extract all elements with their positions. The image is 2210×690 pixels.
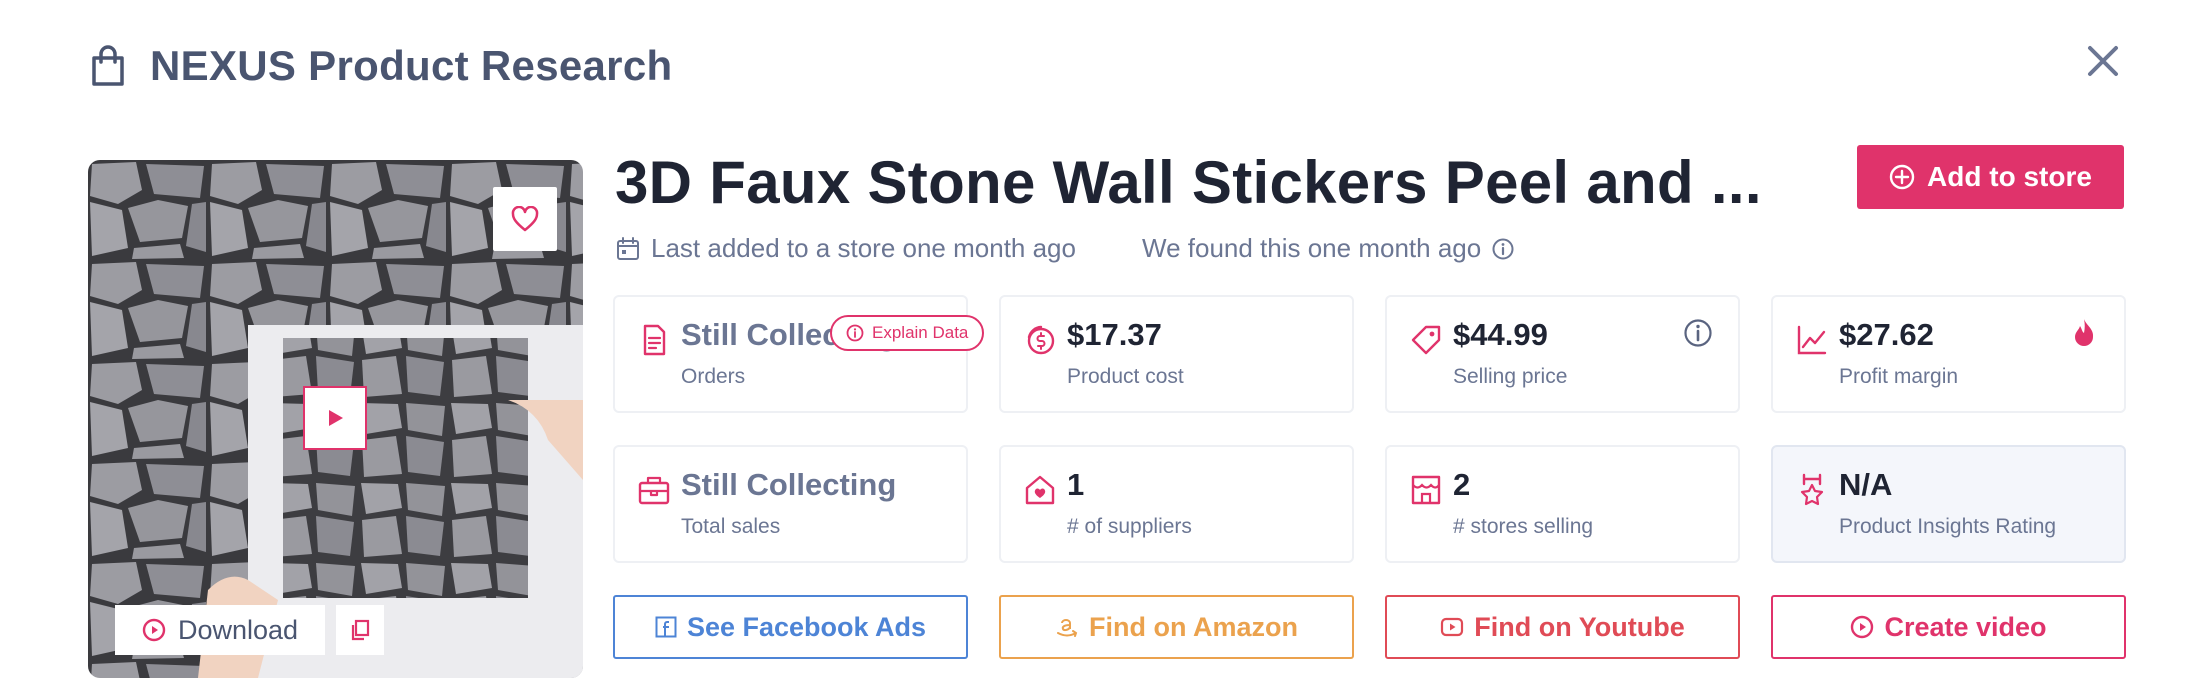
- info-icon[interactable]: [1682, 317, 1714, 349]
- stat-label: Product cost: [1067, 365, 1184, 388]
- download-label: Download: [177, 614, 299, 645]
- dollar-coins-icon: [1027, 325, 1055, 355]
- stat-value: $27.62: [1839, 317, 1934, 352]
- copy-button[interactable]: [336, 605, 384, 655]
- play-icon: [329, 410, 343, 426]
- trend-chart-icon: [1797, 325, 1827, 355]
- stat-card-product-cost: $17.37 Product cost: [999, 295, 1354, 413]
- find-on-youtube-label: Find on Youtube: [1474, 611, 1685, 642]
- play-circle-icon: [142, 618, 166, 642]
- create-video-label: Create video: [1884, 611, 2047, 642]
- youtube-icon: [1441, 617, 1464, 637]
- stat-card-profit-margin: $27.62 Profit margin: [1771, 295, 2126, 413]
- found-text: We found this one month ago: [1142, 233, 1482, 263]
- stat-card-total-sales: Still Collecting Total sales: [613, 445, 968, 563]
- stat-label: Total sales: [681, 515, 781, 538]
- close-icon[interactable]: [2080, 38, 2126, 84]
- stat-value: Still Collecting: [681, 467, 897, 502]
- stat-value: $44.99: [1453, 317, 1548, 352]
- storefront-icon: [1411, 475, 1441, 505]
- stat-card-suppliers: 1 # of suppliers: [999, 445, 1354, 563]
- explain-data-button[interactable]: Explain Data: [830, 315, 985, 351]
- info-icon[interactable]: [1491, 237, 1515, 261]
- last-added-info: Last added to a store one month ago: [615, 233, 1076, 264]
- document-icon: [643, 324, 666, 356]
- amazon-icon: [1057, 619, 1078, 637]
- stat-value: $17.37: [1067, 317, 1162, 352]
- copy-icon: [351, 619, 370, 641]
- award-icon: [1800, 473, 1824, 506]
- plus-circle-icon: [1889, 164, 1915, 190]
- stat-value: N/A: [1839, 467, 1893, 502]
- info-icon: [846, 324, 864, 342]
- favorite-button[interactable]: [493, 187, 557, 251]
- stat-card-insights-rating: N/A Product Insights Rating: [1771, 445, 2126, 563]
- stat-label: Orders: [681, 365, 746, 388]
- stat-label: Profit margin: [1839, 365, 1959, 388]
- add-to-store-button[interactable]: Add to store: [1857, 145, 2124, 209]
- see-facebook-ads-label: See Facebook Ads: [686, 611, 927, 642]
- home-heart-icon: [1025, 475, 1055, 505]
- stat-label: # stores selling: [1453, 515, 1594, 538]
- stat-card-selling-price: $44.99 Selling price: [1385, 295, 1740, 413]
- find-on-amazon-button[interactable]: Find on Amazon: [999, 595, 1354, 659]
- modal-header: NEXUS Product Research: [88, 40, 672, 92]
- find-on-amazon-label: Find on Amazon: [1089, 611, 1298, 642]
- product-image: Download: [88, 160, 583, 678]
- stat-card-stores-selling: 2 # stores selling: [1385, 445, 1740, 563]
- shopping-bag-icon: [92, 45, 124, 86]
- find-on-youtube-button[interactable]: Find on Youtube: [1385, 595, 1740, 659]
- facebook-icon: [655, 616, 677, 638]
- product-title: 3D Faux Stone Wall Stickers Peel and ...: [615, 149, 1762, 216]
- stat-value: 1: [1067, 467, 1085, 502]
- stat-label: Selling price: [1453, 365, 1568, 388]
- calendar-icon: [617, 236, 639, 260]
- play-video-button[interactable]: [303, 386, 367, 450]
- modal-title: NEXUS Product Research: [150, 42, 673, 89]
- stat-label: Product Insights Rating: [1839, 515, 2057, 538]
- add-to-store-label: Add to store: [1927, 161, 2092, 192]
- play-circle-icon: [1851, 615, 1874, 639]
- stat-label: # of suppliers: [1067, 515, 1192, 538]
- stat-value: 2: [1453, 467, 1471, 502]
- last-added-text: Last added to a store one month ago: [651, 233, 1076, 263]
- see-facebook-ads-button[interactable]: See Facebook Ads: [613, 595, 968, 659]
- explain-data-label: Explain Data: [872, 323, 969, 342]
- price-tag-icon: [1411, 325, 1441, 355]
- create-video-button[interactable]: Create video: [1771, 595, 2126, 659]
- register-icon: [638, 476, 670, 505]
- found-info: We found this one month ago: [1142, 233, 1515, 264]
- heart-icon: [511, 206, 539, 232]
- flame-icon: [2075, 319, 2094, 346]
- download-button[interactable]: Download: [115, 605, 325, 655]
- stat-card-orders: Still Collecting Orders: [613, 295, 968, 413]
